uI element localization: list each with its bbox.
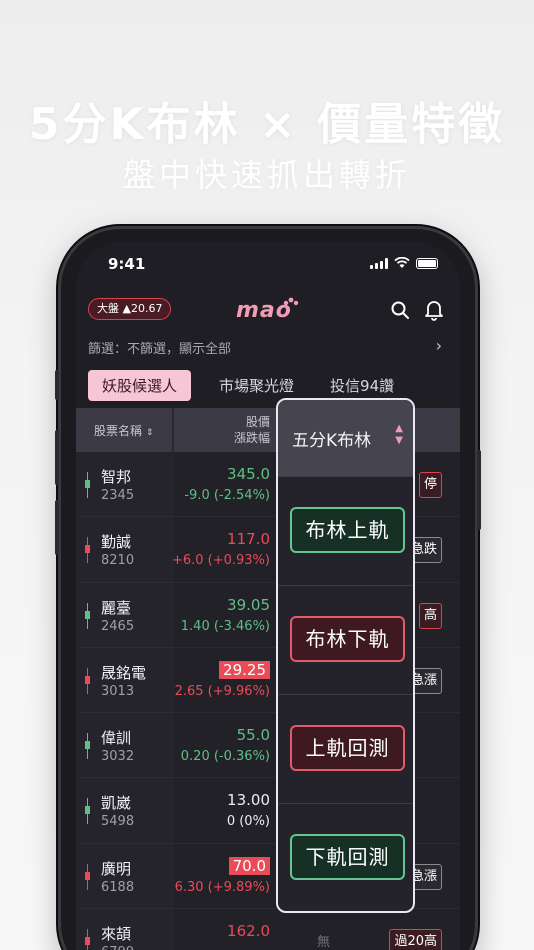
status-time: 9:41	[108, 255, 146, 273]
stock-code: 3013	[101, 683, 135, 699]
stock-code: 8210	[101, 553, 135, 569]
stock-price: 345.0	[227, 465, 270, 483]
column-price-label: 股價	[245, 415, 270, 429]
column-header-price[interactable]: 股價 漲跌幅	[216, 414, 270, 446]
stock-change: 1.40 (-3.46%)	[180, 618, 270, 634]
dropdown-option[interactable]: 上軌回測	[278, 694, 413, 803]
table-row[interactable]: 來頡 6799 162.0 無 過20高	[76, 909, 460, 950]
market-index-badge[interactable]: 大盤 ▲20.67	[88, 298, 172, 320]
wifi-icon	[394, 257, 410, 268]
stock-name: 晟銘電	[101, 663, 147, 682]
search-icon[interactable]	[390, 300, 410, 320]
tab-trust-94[interactable]: 投信94讚	[322, 371, 402, 400]
stock-price: 13.00	[227, 791, 270, 810]
app-header: 大盤 ▲20.67 mao	[76, 294, 460, 326]
indicator-dropdown: 五分K布林 ▲ ▼ 布林上軌 布林下軌 上軌回測 下軌回測	[276, 398, 415, 913]
phone-volume-down	[55, 500, 59, 555]
phone-volume-up	[55, 430, 59, 485]
option-upper-retest[interactable]: 上軌回測	[290, 725, 405, 771]
tab-monster-candidates[interactable]: 妖股候選人	[88, 369, 192, 401]
stock-price: 70.0	[228, 856, 270, 875]
candlestick-icon	[85, 472, 90, 498]
chevron-right-icon: ›	[435, 336, 442, 355]
stock-code: 2465	[101, 618, 135, 634]
signal-tag: 高	[418, 602, 442, 629]
hero-subtitle: 盤中快速抓出轉折	[122, 156, 411, 194]
status-bar: 9:41	[108, 254, 438, 276]
stock-code: 2345	[101, 488, 135, 503]
filter-bar[interactable]: 篩選：不篩選，顯示全部 ›	[88, 336, 442, 357]
stock-name: 勤誠	[101, 533, 132, 552]
hero-title: 5分K布林 × 價量特徵	[28, 99, 506, 150]
filter-text: 篩選：不篩選，顯示全部	[88, 342, 232, 357]
option-bollinger-upper[interactable]: 布林上軌	[290, 507, 405, 553]
stock-change: 6.30 (+9.89%)	[174, 879, 270, 895]
battery-icon	[416, 257, 438, 269]
stock-code: 3032	[101, 749, 135, 765]
column-divider	[172, 408, 174, 452]
signal-tag: 過20高	[389, 929, 442, 950]
stock-change: +6.0 (+0.93%)	[171, 553, 270, 569]
stock-name: 凱崴	[101, 794, 132, 813]
stock-price: 55.0	[236, 726, 270, 745]
mao-logo-icon: mao	[236, 297, 299, 323]
svg-text:mao: mao	[236, 298, 292, 323]
phone-power-button	[477, 450, 481, 530]
candlestick-icon	[85, 798, 90, 825]
stock-code: 5498	[101, 814, 135, 830]
candlestick-icon	[85, 733, 90, 760]
dropdown-header[interactable]: 五分K布林 ▲ ▼	[278, 400, 413, 476]
stock-name: 智邦	[101, 468, 132, 486]
app-logo: mao	[236, 294, 300, 330]
stock-change: 2.65 (+9.96%)	[174, 683, 270, 699]
stock-change: -9.0 (-2.54%)	[184, 488, 270, 503]
signal-tag: 停	[418, 472, 442, 498]
dropdown-option[interactable]: 下軌回測	[278, 803, 413, 911]
stock-price: 162.0	[227, 922, 270, 941]
stock-code: 6799	[101, 945, 134, 950]
column-header-name[interactable]: 股票名稱 ⇕	[94, 422, 153, 439]
sort-icon: ⇕	[145, 428, 154, 438]
candlestick-icon	[85, 602, 90, 629]
stock-change: 0 (0%)	[226, 814, 270, 830]
column-name-label: 股票名稱	[94, 424, 143, 438]
tab-bar: 妖股候選人 市場聚光燈 投信94讚	[88, 368, 460, 402]
empty-value: 無	[316, 935, 330, 950]
stock-name: 廣明	[101, 859, 132, 878]
option-lower-retest[interactable]: 下軌回測	[290, 834, 405, 880]
stock-change: 0.20 (-0.36%)	[180, 749, 270, 765]
bell-icon[interactable]	[424, 299, 444, 321]
candlestick-icon	[85, 863, 90, 890]
sort-toggle-icon[interactable]: ▲ ▼	[395, 423, 403, 447]
dropdown-title: 五分K布林	[292, 431, 372, 451]
dropdown-option[interactable]: 布林上軌	[278, 476, 413, 585]
stock-name: 麗臺	[101, 598, 132, 617]
candlestick-icon	[85, 537, 90, 564]
candlestick-icon	[85, 667, 90, 694]
option-bollinger-lower[interactable]: 布林下軌	[290, 616, 405, 662]
phone-side-button	[55, 370, 59, 400]
dropdown-option[interactable]: 布林下軌	[278, 585, 413, 694]
tab-market-spotlight[interactable]: 市場聚光燈	[211, 371, 302, 400]
stock-name: 偉訓	[101, 729, 132, 748]
stock-price: 29.25	[219, 660, 270, 679]
stock-code: 6188	[101, 879, 135, 895]
stock-price: 117.0	[227, 530, 270, 549]
stock-price: 39.05	[227, 595, 270, 614]
stock-name: 來頡	[101, 925, 132, 944]
cellular-signal-icon	[370, 257, 388, 269]
column-change-label: 漲跌幅	[233, 431, 270, 445]
candlestick-icon	[85, 929, 90, 950]
